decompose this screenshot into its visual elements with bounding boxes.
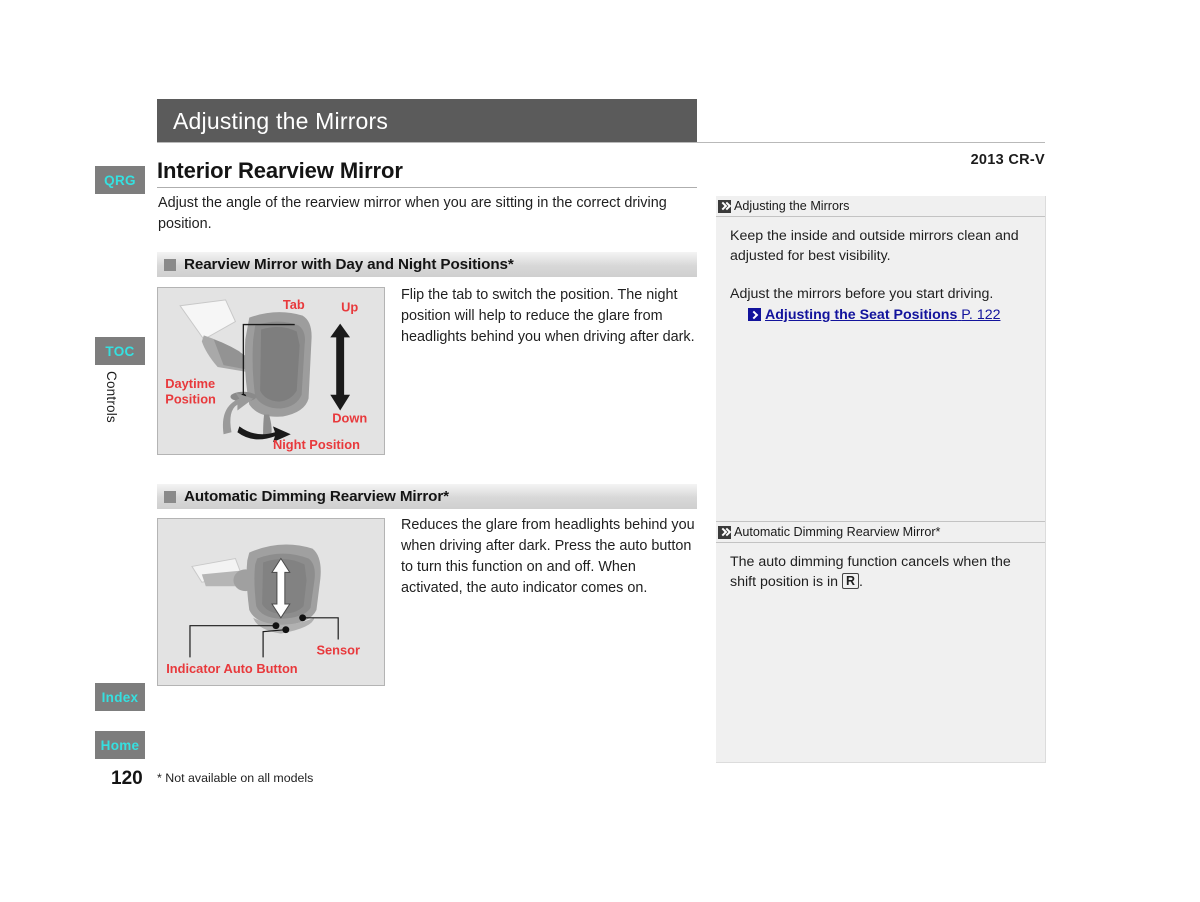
info-block-2-body: The auto dimming function cancels when t… [716, 543, 1045, 592]
svg-text:Auto Button: Auto Button [224, 661, 298, 676]
page-heading: Interior Rearview Mirror [157, 158, 403, 183]
info-block-1-paragraph-1: Keep the inside and outside mirrors clea… [730, 228, 1019, 264]
model-label: 2013 CR-V [970, 152, 1045, 168]
svg-text:Daytime: Daytime [165, 376, 215, 391]
section-heading-1: Rearview Mirror with Day and Night Posit… [157, 252, 697, 277]
svg-text:Sensor: Sensor [316, 642, 360, 657]
page-title-bar: Adjusting the Mirrors [157, 99, 697, 143]
svg-text:Night Position: Night Position [273, 437, 360, 452]
cross-reference-page: P. 122 [961, 307, 1001, 323]
svg-text:Down: Down [332, 410, 367, 425]
footnote: * Not available on all models [157, 771, 314, 785]
svg-text:Position: Position [165, 392, 216, 407]
chapter-label: Controls [104, 371, 119, 423]
sidebar-tab-home-label: Home [100, 737, 140, 753]
info-block-1-title: Adjusting the Mirrors [734, 199, 850, 213]
sidebar-tab-toc[interactable]: TOC [95, 337, 145, 365]
sidebar-tab-toc-label: TOC [105, 343, 135, 359]
cross-reference-link[interactable]: Adjusting the Seat Positions P. 122 [748, 305, 1031, 325]
info-block-2-title: Automatic Dimming Rearview Mirror* [734, 525, 941, 539]
sidebar-tab-index-label: Index [101, 689, 139, 705]
square-bullet-icon [164, 258, 176, 271]
section-heading-2-label: Automatic Dimming Rearview Mirror* [184, 488, 449, 505]
page-heading-rule [157, 187, 697, 188]
section-2-body: Reduces the glare from headlights behind… [401, 517, 695, 596]
section-heading-1-label: Rearview Mirror with Day and Night Posit… [184, 256, 514, 273]
info-block-1-body: Keep the inside and outside mirrors clea… [716, 217, 1045, 325]
info-block-1-paragraph-2: Adjust the mirrors before you start driv… [730, 286, 994, 302]
square-bullet-icon [164, 490, 176, 503]
info-block-2-text-pre: The auto dimming function cancels when t… [730, 554, 1011, 590]
info-block-2-text-post: . [859, 574, 863, 590]
sidebar-tab-index[interactable]: Index [95, 683, 145, 711]
info-block-1-header: Adjusting the Mirrors [716, 196, 1045, 217]
double-chevron-icon [718, 199, 731, 213]
gear-position-badge: R [841, 573, 860, 589]
page-number: 120 [111, 768, 143, 789]
info-panel: Adjusting the Mirrors Keep the inside an… [716, 196, 1046, 763]
panel-spacer [716, 325, 1045, 521]
title-rule [157, 142, 1045, 143]
svg-text:Up: Up [341, 300, 358, 315]
manual-page: Adjusting the Mirrors 2013 CR-V QRG TOC … [0, 0, 1200, 902]
section-heading-2: Automatic Dimming Rearview Mirror* [157, 484, 697, 509]
cross-reference-title: Adjusting the Seat Positions [765, 307, 958, 323]
info-block-2-header: Automatic Dimming Rearview Mirror* [716, 521, 1045, 543]
sidebar-tab-qrg[interactable]: QRG [95, 166, 145, 194]
sidebar-tab-qrg-label: QRG [104, 172, 136, 188]
figure-rearview-mirror-day-night: Tab Up Down Daytime Position Night Posit… [157, 287, 385, 455]
info-block-2-paragraph-1: The auto dimming function cancels when t… [730, 552, 1031, 592]
double-chevron-icon [718, 525, 731, 539]
figure-auto-dimming-mirror: Indicator Auto Button Sensor [157, 518, 385, 686]
page-title: Adjusting the Mirrors [173, 107, 389, 134]
sidebar-tab-home[interactable]: Home [95, 731, 145, 759]
svg-text:Tab: Tab [283, 297, 305, 312]
intro-paragraph: Adjust the angle of the rearview mirror … [158, 195, 667, 232]
arrow-right-icon [748, 308, 761, 321]
svg-text:Indicator: Indicator [166, 661, 220, 676]
section-1-body: Flip the tab to switch the position. The… [401, 287, 695, 345]
